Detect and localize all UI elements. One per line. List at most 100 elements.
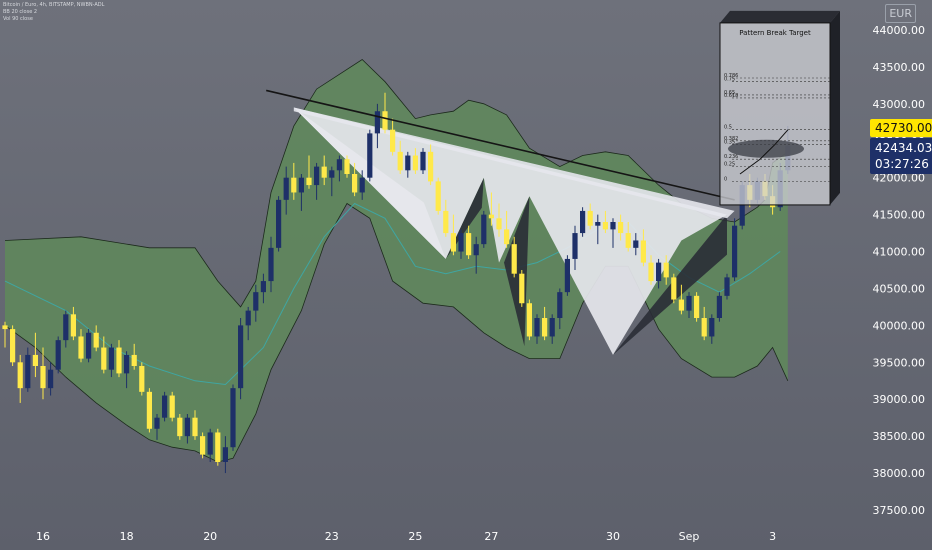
candle-body[interactable] bbox=[534, 318, 540, 337]
candle-body[interactable] bbox=[314, 166, 320, 186]
candle-body[interactable] bbox=[656, 262, 662, 282]
candle-body[interactable] bbox=[473, 244, 479, 256]
candle-body[interactable] bbox=[587, 210, 593, 226]
candle-body[interactable] bbox=[724, 277, 730, 296]
candle-body[interactable] bbox=[124, 354, 130, 374]
candle-body[interactable] bbox=[321, 166, 327, 178]
candle-body[interactable] bbox=[154, 417, 160, 429]
candle-body[interactable] bbox=[329, 170, 335, 178]
candle-body[interactable] bbox=[116, 347, 122, 374]
candle-body[interactable] bbox=[481, 214, 487, 245]
candle-body[interactable] bbox=[648, 262, 654, 282]
candle-body[interactable] bbox=[526, 303, 532, 337]
candle-body[interactable] bbox=[374, 111, 380, 134]
chart-stage[interactable]: Pattern Break Target 0.786 0.75 0.65 0.618 0.… bbox=[0, 0, 932, 550]
candle-body[interactable] bbox=[32, 354, 38, 366]
candle-body[interactable] bbox=[268, 247, 274, 282]
candle-body[interactable] bbox=[192, 417, 198, 437]
candle-body[interactable] bbox=[291, 177, 297, 193]
candle-body[interactable] bbox=[663, 262, 669, 278]
candle-body[interactable] bbox=[146, 391, 152, 429]
candle-body[interactable] bbox=[215, 432, 221, 462]
candle-body[interactable] bbox=[595, 222, 601, 226]
candle-body[interactable] bbox=[694, 295, 700, 318]
candle-body[interactable] bbox=[488, 214, 494, 219]
candle-body[interactable] bbox=[306, 177, 312, 186]
candle-body[interactable] bbox=[732, 225, 738, 278]
candle-body[interactable] bbox=[390, 129, 396, 152]
candle-body[interactable] bbox=[2, 325, 8, 330]
candle-body[interactable] bbox=[557, 292, 563, 318]
candle-body[interactable] bbox=[686, 295, 692, 311]
candle-body[interactable] bbox=[108, 347, 114, 370]
candle-body[interactable] bbox=[610, 222, 616, 230]
candle-body[interactable] bbox=[625, 233, 631, 248]
target-box[interactable] bbox=[719, 22, 831, 206]
candle-body[interactable] bbox=[177, 417, 183, 437]
candle-body[interactable] bbox=[238, 325, 244, 389]
candle-body[interactable] bbox=[207, 432, 213, 455]
candle-body[interactable] bbox=[496, 218, 502, 230]
candle-body[interactable] bbox=[466, 233, 472, 256]
currency-button[interactable]: EUR bbox=[885, 4, 916, 23]
candle-body[interactable] bbox=[162, 395, 168, 418]
candle-body[interactable] bbox=[169, 395, 175, 418]
candle-body[interactable] bbox=[260, 281, 266, 293]
candle-body[interactable] bbox=[55, 340, 61, 370]
candle-body[interactable] bbox=[276, 199, 282, 248]
candle-body[interactable] bbox=[542, 318, 548, 337]
candle-body[interactable] bbox=[450, 233, 456, 252]
candle-body[interactable] bbox=[420, 151, 426, 171]
candle-body[interactable] bbox=[10, 329, 16, 363]
candle-body[interactable] bbox=[519, 273, 525, 304]
candle-body[interactable] bbox=[352, 174, 358, 193]
candle-body[interactable] bbox=[504, 229, 510, 245]
candle-body[interactable] bbox=[618, 222, 624, 234]
candle-body[interactable] bbox=[184, 417, 190, 437]
candle-body[interactable] bbox=[222, 447, 228, 462]
candle-body[interactable] bbox=[716, 295, 722, 318]
candle-body[interactable] bbox=[40, 366, 46, 389]
candle-body[interactable] bbox=[283, 177, 289, 200]
candle-body[interactable] bbox=[63, 314, 69, 341]
candle-body[interactable] bbox=[678, 299, 684, 311]
candle-body[interactable] bbox=[458, 233, 464, 252]
candle-body[interactable] bbox=[336, 159, 342, 171]
candle-body[interactable] bbox=[435, 181, 441, 211]
candle-body[interactable] bbox=[344, 159, 350, 174]
candle-body[interactable] bbox=[367, 133, 373, 178]
candle-body[interactable] bbox=[86, 332, 92, 359]
candle-body[interactable] bbox=[382, 111, 388, 130]
candle-body[interactable] bbox=[17, 362, 23, 389]
candle-body[interactable] bbox=[701, 318, 707, 337]
candle-body[interactable] bbox=[511, 244, 517, 274]
candle-body[interactable] bbox=[580, 210, 586, 234]
candle-body[interactable] bbox=[671, 277, 677, 300]
candle-body[interactable] bbox=[549, 318, 555, 337]
candle-body[interactable] bbox=[359, 177, 365, 193]
candle-body[interactable] bbox=[101, 347, 107, 370]
candle-body[interactable] bbox=[78, 336, 84, 359]
candle-body[interactable] bbox=[572, 233, 578, 259]
candle-body[interactable] bbox=[709, 318, 715, 337]
candle-body[interactable] bbox=[253, 292, 259, 311]
candle-body[interactable] bbox=[633, 240, 639, 248]
candle-body[interactable] bbox=[443, 210, 449, 234]
candle-body[interactable] bbox=[564, 258, 570, 293]
candle-body[interactable] bbox=[245, 310, 251, 326]
candle-body[interactable] bbox=[139, 366, 145, 392]
candle-body[interactable] bbox=[25, 354, 31, 389]
candle-body[interactable] bbox=[48, 369, 54, 389]
candle-body[interactable] bbox=[230, 388, 236, 448]
candle-body[interactable] bbox=[131, 354, 137, 366]
candle-body[interactable] bbox=[640, 240, 646, 263]
candle-body[interactable] bbox=[93, 332, 99, 348]
candle-body[interactable] bbox=[200, 436, 206, 455]
candle-body[interactable] bbox=[405, 155, 411, 171]
candle-body[interactable] bbox=[397, 151, 403, 171]
candle-body[interactable] bbox=[70, 314, 76, 337]
candle-body[interactable] bbox=[602, 222, 608, 230]
candle-body[interactable] bbox=[298, 177, 304, 193]
candlestick-chart[interactable]: Pattern Break Target0.7860.750.650.6180.… bbox=[0, 0, 932, 550]
candle-body[interactable] bbox=[428, 151, 434, 182]
